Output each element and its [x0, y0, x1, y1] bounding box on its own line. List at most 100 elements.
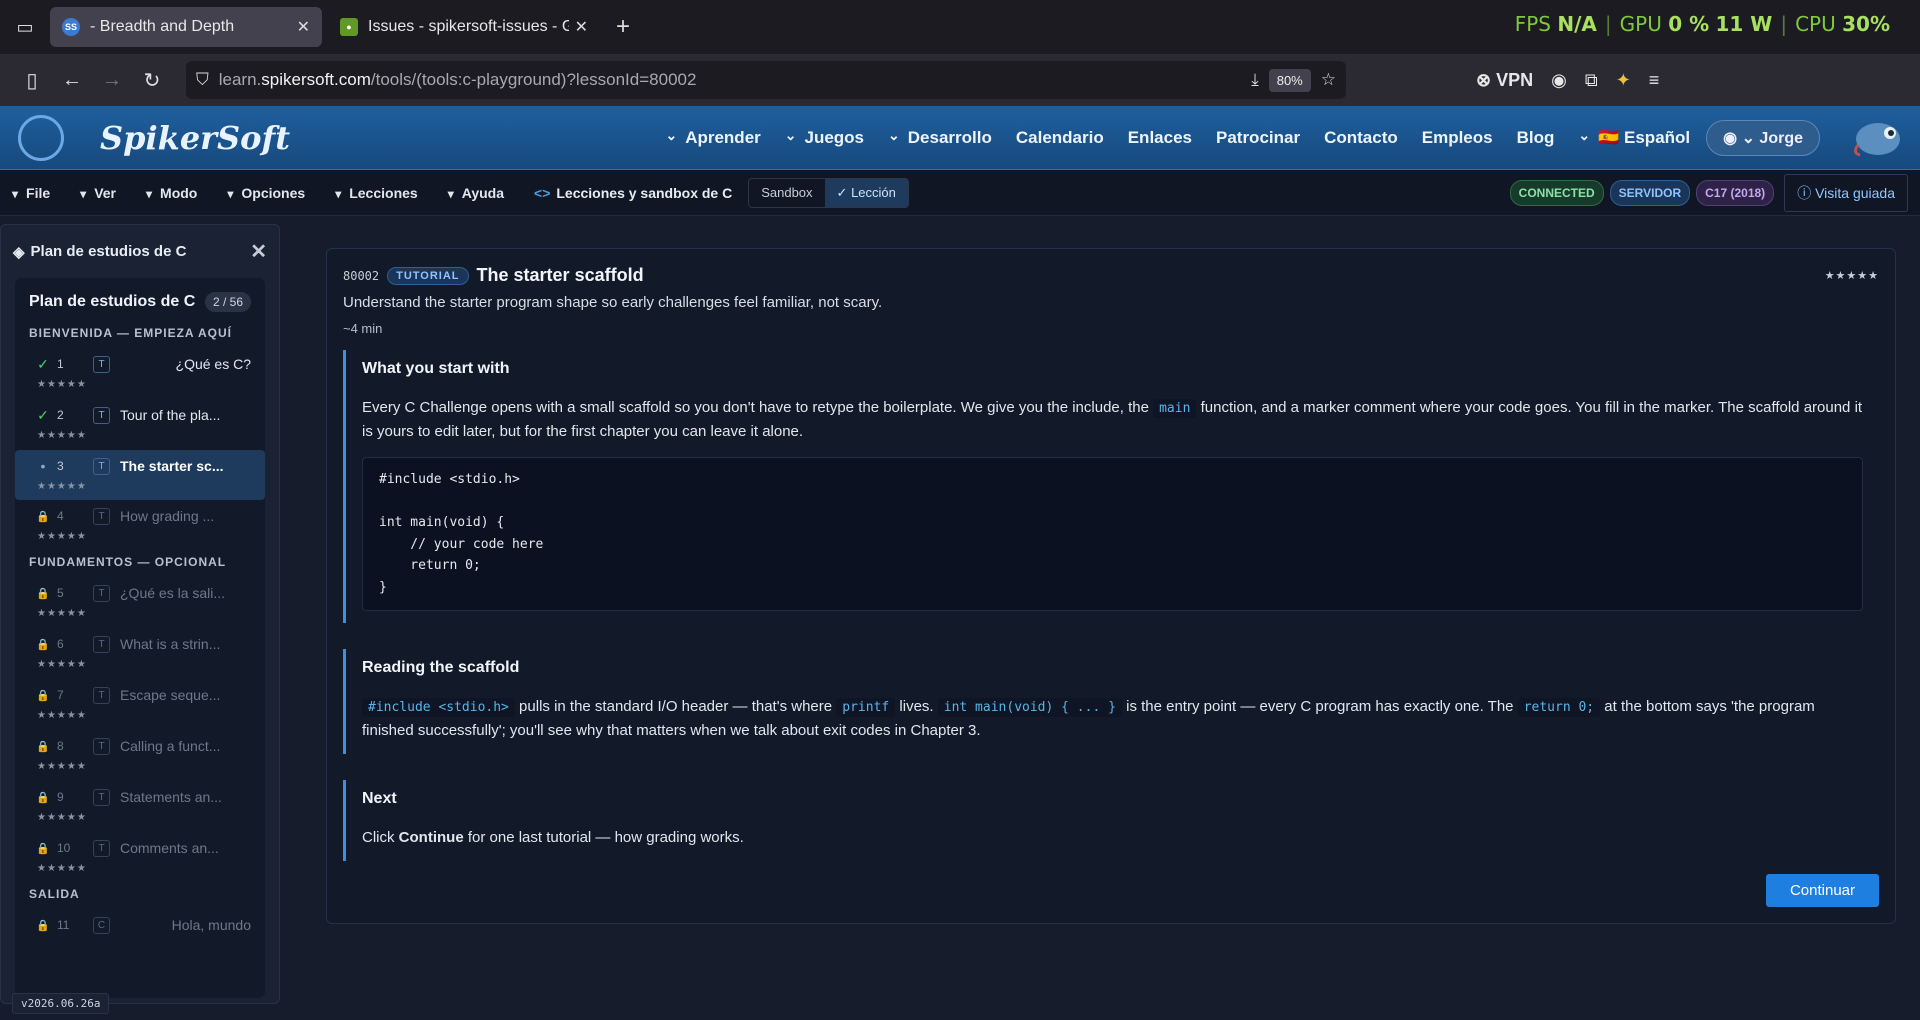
lesson-item[interactable]: 🔒 4 T How grading ... ★★★★★: [15, 500, 265, 550]
lesson-item[interactable]: • 3 T The starter sc... ★★★★★: [15, 450, 265, 500]
curriculum-card: Plan de estudios de C 2 / 56 BIENVENIDA …: [15, 278, 265, 998]
lesson-name: What is a strin...: [120, 636, 221, 652]
nav-link-7[interactable]: Empleos: [1422, 128, 1493, 148]
section-title: Next: [362, 790, 397, 807]
lesson-item[interactable]: 🔒 9 T Statements an... ★★★★★: [15, 781, 265, 831]
nav-link-9[interactable]: 🇪🇸 Español: [1578, 128, 1690, 148]
check-icon: ✓: [836, 184, 848, 200]
vpn-button[interactable]: ⊗ VPN: [1476, 70, 1533, 91]
continue-button[interactable]: Continuar: [1765, 874, 1879, 907]
lesson-row: 🔒 5 T ¿Qué es la sali...: [29, 583, 251, 603]
site-logo[interactable]: SpikerSoft: [100, 119, 290, 157]
lesson-stars: ★★★★★: [37, 812, 87, 823]
download-icon[interactable]: ⤓: [1251, 70, 1259, 90]
menu-hamburger-icon[interactable]: ≡: [1649, 70, 1660, 91]
toolbar-menu-modo[interactable]: Modo: [146, 185, 197, 201]
section-title: What you start with: [362, 360, 510, 377]
nav-link-0[interactable]: Aprender: [665, 128, 761, 148]
extension-badge-icon[interactable]: ✦: [1616, 70, 1631, 91]
curriculum-section-title: SALIDA: [29, 887, 80, 901]
lesson-name: Tour of the pla...: [120, 407, 221, 423]
lesson-number: 2: [57, 408, 64, 422]
toolbar-menu-opciones[interactable]: Opciones: [227, 185, 305, 201]
browser-tab-gitea[interactable]: ● Issues - spikersoft-issues - Gitea ✕: [328, 7, 600, 47]
bookmark-star-icon[interactable]: ☆: [1321, 70, 1336, 90]
curriculum-title-row: Plan de estudios de C 2 / 56: [15, 292, 265, 322]
guided-tour-button[interactable]: ⓘ Visita guiada: [1784, 173, 1908, 212]
lesson-type-tag: TUTORIAL: [387, 266, 469, 285]
account-icon[interactable]: ◉: [1551, 70, 1567, 91]
lesson-item[interactable]: ✓ 1 T ¿Qué es C? ★★★★★: [15, 348, 265, 398]
zoom-level[interactable]: 80%: [1268, 68, 1311, 92]
lesson-number: 1: [57, 357, 64, 371]
section-next: Next Click Continue for one last tutoria…: [343, 780, 1879, 861]
tab-title: Issues - spikersoft-issues - Gitea: [368, 18, 569, 35]
inline-code: printf: [836, 698, 896, 717]
nav-link-6[interactable]: Contacto: [1324, 128, 1398, 148]
nav-link-4[interactable]: Enlaces: [1128, 128, 1192, 148]
lesson-item[interactable]: ✓ 2 T Tour of the pla... ★★★★★: [15, 399, 265, 449]
extensions-puzzle-icon[interactable]: ⧉: [1585, 70, 1598, 91]
lesson-type-icon: T: [93, 457, 110, 475]
lesson-name: How grading ...: [120, 508, 215, 524]
lesson-item[interactable]: 🔒 10 T Comments an... ★★★★★: [15, 832, 265, 882]
lesson-item[interactable]: 🔒 5 T ¿Qué es la sali... ★★★★★: [15, 577, 265, 627]
mode-sandbox-button[interactable]: Sandbox: [749, 179, 824, 207]
section-reading-the-scaffold: Reading the scaffold #include <stdio.h> …: [343, 649, 1879, 754]
user-menu-button[interactable]: ◉ ⌄ Jorge: [1706, 119, 1820, 156]
shield-icon[interactable]: ⛉: [196, 70, 209, 90]
sidebar-toggle-icon[interactable]: ▯: [12, 68, 52, 93]
close-sidebar-icon[interactable]: ✕: [250, 239, 267, 264]
reload-icon[interactable]: ↻: [132, 68, 172, 93]
code-line: int main(void) {: [379, 515, 505, 530]
cpu-value: 30%: [1842, 12, 1890, 36]
body-text: lives.: [895, 698, 938, 715]
gpu-value: 0 %: [1668, 12, 1710, 36]
lesson-stars: ★★★★★: [37, 761, 87, 772]
lesson-type-icon: T: [93, 406, 110, 424]
toolbar-menu-lecciones[interactable]: Lecciones: [335, 185, 417, 201]
code-block[interactable]: #include <stdio.h> int main(void) { // yo…: [362, 457, 1863, 611]
url-path: /tools/(tools:c-playground)?lessonId=800…: [370, 70, 697, 89]
toolbar-menu-file[interactable]: File: [12, 185, 50, 201]
browser-tab-active[interactable]: SS - Breadth and Depth ✕: [50, 7, 322, 47]
nav-link-8[interactable]: Blog: [1517, 128, 1555, 148]
lesson-type-icon: T: [93, 788, 110, 806]
forward-arrow-icon[interactable]: →: [92, 69, 132, 92]
site-header: SpikerSoft Aprender Juegos Desarrollo Calen…: [0, 106, 1920, 170]
close-tab-icon[interactable]: ✕: [575, 17, 588, 37]
nav-link-3[interactable]: Calendario: [1016, 128, 1104, 148]
toolbar-menu-ver[interactable]: Ver: [80, 185, 116, 201]
lesson-item[interactable]: 🔒 7 T Escape seque... ★★★★★: [15, 679, 265, 729]
lesson-list: BIENVENIDA — EMPIEZA AQUÍ ✓ 1 T ¿Qué es C? ★★…: [15, 322, 265, 939]
code-brackets-icon: <>: [534, 184, 551, 201]
nav-link-5[interactable]: Patrocinar: [1216, 128, 1300, 148]
c-standard-badge[interactable]: C17 (2018): [1696, 179, 1775, 206]
nav-link-2[interactable]: Desarrollo: [888, 128, 992, 148]
lesson-stars: ★★★★★: [37, 863, 87, 874]
mode-toggle: Sandbox ✓ Lección: [748, 177, 909, 208]
body-bold: Continue: [398, 829, 464, 846]
lesson-row: 🔒 11 C Hola, mundo: [29, 915, 251, 935]
tab-overview-icon[interactable]: ▭: [0, 17, 50, 38]
toolbar-menu-ayuda[interactable]: Ayuda: [448, 185, 504, 201]
lesson-item[interactable]: 🔒 6 T What is a strin... ★★★★★: [15, 628, 265, 678]
lesson-stars: ★★★★★: [37, 481, 87, 492]
close-tab-icon[interactable]: ✕: [297, 17, 310, 37]
lesson-stars: ★★★★★: [37, 659, 87, 670]
vpn-label: VPN: [1496, 69, 1534, 90]
section-what-you-start-with: What you start with Every C Challenge op…: [343, 350, 1879, 623]
server-badge[interactable]: SERVIDOR: [1609, 179, 1691, 206]
lesson-row: 🔒 10 T Comments an...: [29, 838, 251, 858]
nav-link-1[interactable]: Juegos: [785, 128, 865, 148]
mode-lesson-button[interactable]: ✓ Lección: [824, 178, 908, 207]
address-bar[interactable]: ⛉ learn. spikersoft.com/tools/(tools:c-pl…: [186, 61, 1346, 99]
chameleon-mascot-icon: [1853, 122, 1900, 156]
lesson-item[interactable]: 🔒 8 T Calling a funct... ★★★★★: [15, 730, 265, 780]
user-name: Jorge: [1759, 129, 1803, 147]
logo-circle-icon[interactable]: [18, 114, 64, 161]
lesson-item[interactable]: 🔒 11 C Hola, mundo: [15, 909, 265, 939]
back-arrow-icon[interactable]: ←: [52, 69, 92, 92]
new-tab-plus-icon[interactable]: +: [616, 13, 630, 41]
breadcrumb[interactable]: <> Lecciones y sandbox de C: [534, 185, 732, 201]
